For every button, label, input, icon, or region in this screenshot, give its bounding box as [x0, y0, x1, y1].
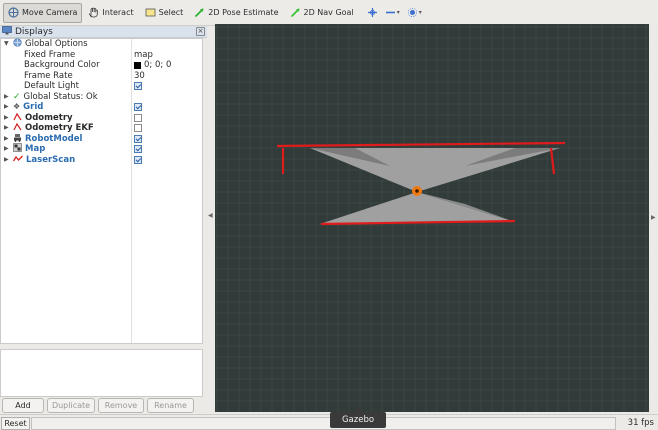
monitor-icon [2, 25, 12, 38]
nav-goal-arrow-icon [290, 7, 301, 18]
collapse-left-icon[interactable]: ◀ [208, 212, 213, 219]
tree-row-fixed-frame[interactable]: Fixed Frame map [1, 50, 202, 61]
odometry-ekf-checkbox[interactable] [134, 124, 142, 133]
globe-icon [13, 38, 22, 50]
global-options-label: Global Options [25, 39, 88, 50]
frame-rate-value[interactable]: 30 [134, 71, 145, 81]
expand-right-icon[interactable]: ▶ [4, 134, 10, 144]
select-icon [145, 7, 156, 18]
close-icon[interactable]: × [196, 27, 205, 36]
expand-right-icon[interactable]: ▶ [4, 92, 10, 102]
displays-title: Displays [15, 26, 53, 37]
occupancy-map [310, 148, 560, 224]
expand-right-icon[interactable]: ▶ [4, 113, 10, 123]
camera-focus-icon [407, 7, 418, 18]
laserscan-checkbox[interactable] [134, 155, 142, 164]
duplicate-button[interactable]: Duplicate [47, 398, 95, 413]
fps-readout: 31 fps [627, 418, 654, 428]
frame-rate-label: Frame Rate [24, 70, 73, 81]
publish-point-button[interactable] [364, 3, 381, 23]
global-status-label: Global Status: Ok [23, 91, 98, 102]
grid-label: Grid [23, 102, 44, 113]
rename-button[interactable]: Rename [147, 398, 194, 413]
displays-title-group: Displays [2, 25, 53, 38]
robot-marker [412, 186, 422, 196]
map-label: Map [25, 144, 46, 155]
render-viewport[interactable] [215, 24, 649, 412]
interact-button[interactable]: Interact [83, 3, 138, 23]
tree-row-laserscan[interactable]: ▶ LaserScan [1, 155, 202, 166]
tree-row-default-light[interactable]: Default Light [1, 81, 202, 92]
color-swatch[interactable] [134, 61, 141, 69]
expand-right-icon[interactable]: ▶ [4, 144, 10, 154]
odometry-ekf-label: Odometry EKF [25, 123, 94, 134]
gazebo-tooltip: Gazebo [330, 412, 386, 428]
status-message-field [31, 417, 616, 430]
default-light-label: Default Light [24, 81, 79, 92]
tree-row-background-color[interactable]: Background Color 0; 0; 0 [1, 60, 202, 71]
expand-right-icon[interactable]: ▶ [4, 123, 10, 133]
expand-right-icon[interactable]: ▶ [4, 102, 10, 112]
reset-button[interactable]: Reset [1, 417, 30, 430]
odometry-label: Odometry [25, 112, 73, 123]
laserscan-label: LaserScan [26, 154, 76, 165]
move-camera-icon [8, 7, 19, 18]
select-button[interactable]: Select [140, 3, 189, 23]
nav-goal-label: 2D Nav Goal [303, 8, 354, 17]
camera-tool-dropdown[interactable]: ▾ [404, 3, 425, 23]
checkmark-icon: ✓ [13, 91, 21, 102]
grid-icon: ❖ [13, 102, 21, 112]
displays-panel-header: Displays × [0, 25, 207, 38]
remove-button[interactable]: Remove [98, 398, 144, 413]
laserscan-icon [12, 154, 23, 166]
toolbar: Move Camera Interact Select 2D Pose Esti… [0, 0, 658, 26]
right-collapse-bar[interactable]: ▶ [649, 24, 658, 418]
robotmodel-checkbox[interactable] [134, 134, 142, 143]
background-color-label: Background Color [24, 60, 100, 71]
pose-arrow-icon [194, 7, 205, 18]
chevron-down-icon: ▾ [418, 9, 422, 16]
displays-tree: ▼ Global Options Fixed Frame map Backgro… [0, 38, 203, 344]
tree-row-frame-rate[interactable]: Frame Rate 30 [1, 71, 202, 82]
background-color-value[interactable]: 0; 0; 0 [144, 60, 171, 70]
interact-label: Interact [102, 8, 134, 17]
pose-estimate-button[interactable]: 2D Pose Estimate [189, 3, 283, 23]
add-button[interactable]: Add [2, 398, 44, 413]
robotmodel-label: RobotModel [25, 133, 83, 144]
measure-tool-dropdown[interactable]: ▾ [382, 3, 403, 23]
map-checkbox[interactable] [134, 145, 142, 154]
property-description-box [0, 349, 203, 397]
panel-splitter[interactable]: ◀ [207, 26, 215, 418]
status-bar: Reset 31 fps [0, 414, 658, 430]
nav-goal-button[interactable]: 2D Nav Goal [285, 3, 359, 23]
hand-icon [88, 7, 99, 18]
collapse-right-icon[interactable]: ▶ [651, 214, 656, 221]
default-light-checkbox[interactable] [134, 82, 142, 91]
expand-right-icon[interactable]: ▶ [4, 155, 10, 165]
move-camera-label: Move Camera [22, 8, 78, 17]
displays-panel: Displays × ▼ Global Options Fixed Frame … [0, 25, 207, 418]
expand-down-icon[interactable]: ▼ [4, 39, 10, 49]
move-camera-button[interactable]: Move Camera [3, 2, 83, 23]
odometry-checkbox[interactable] [134, 113, 142, 122]
fixed-frame-value[interactable]: map [134, 50, 153, 60]
chevron-down-icon: ▾ [396, 9, 400, 16]
tree-row-global-status[interactable]: ▶ ✓ Global Status: Ok [1, 92, 202, 103]
tree-row-global-options[interactable]: ▼ Global Options [1, 38, 202, 50]
crosshair-icon [367, 7, 378, 18]
measure-icon [385, 7, 396, 18]
fixed-frame-label: Fixed Frame [24, 49, 76, 60]
displays-button-row: Add Duplicate Remove Rename [0, 398, 207, 414]
grid-checkbox[interactable] [134, 103, 142, 112]
pose-estimate-label: 2D Pose Estimate [208, 8, 279, 17]
viewport-canvas[interactable] [215, 24, 649, 412]
select-label: Select [158, 8, 184, 17]
